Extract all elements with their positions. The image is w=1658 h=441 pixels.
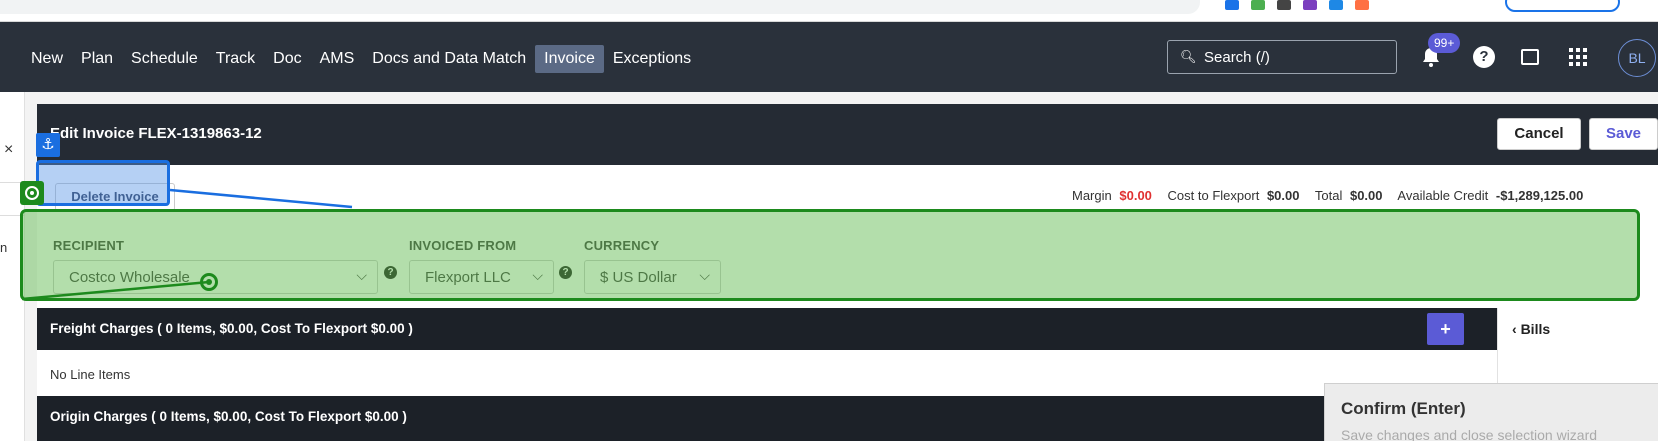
save-button[interactable]: Save bbox=[1589, 118, 1658, 150]
selection-overlay-green bbox=[20, 209, 1640, 301]
extension-icon[interactable] bbox=[1277, 0, 1291, 10]
nav-item-invoice[interactable]: Invoice bbox=[535, 45, 604, 73]
page-title: Edit Invoice FLEX-1319863-12 bbox=[50, 125, 262, 142]
nav-item-ams[interactable]: AMS bbox=[311, 45, 364, 73]
invoice-totals: Margin $0.00 Cost to Flexport $0.00 Tota… bbox=[1072, 188, 1583, 203]
extension-icon[interactable] bbox=[1225, 0, 1239, 10]
confirm-subtitle: Save changes and close selection wizard bbox=[1341, 427, 1598, 441]
origin-charges-label: Origin Charges ( 0 Items, $0.00, Cost To… bbox=[50, 409, 407, 424]
bills-label: Bills bbox=[1520, 321, 1551, 337]
nav-menu: New Plan Schedule Track Doc AMS Docs and… bbox=[22, 45, 700, 73]
search-placeholder: Search (/) bbox=[1204, 49, 1270, 66]
extension-icon[interactable] bbox=[1303, 0, 1317, 10]
inbox-icon[interactable] bbox=[1521, 49, 1539, 65]
cost-value: $0.00 bbox=[1266, 188, 1300, 203]
origin-charges-header[interactable]: Origin Charges ( 0 Items, $0.00, Cost To… bbox=[37, 396, 1497, 441]
add-freight-charge-button[interactable]: + bbox=[1427, 313, 1464, 345]
empty-state-text: No Line Items bbox=[50, 367, 131, 382]
nav-item-doc[interactable]: Doc bbox=[264, 45, 310, 73]
target-icon[interactable] bbox=[20, 181, 44, 205]
extension-icons bbox=[1225, 0, 1369, 14]
help-icon[interactable]: ? bbox=[1473, 46, 1495, 68]
search-input[interactable]: 🔍︎ Search (/) bbox=[1167, 40, 1397, 74]
extension-icon[interactable] bbox=[1251, 0, 1265, 10]
address-bar[interactable] bbox=[0, 0, 1200, 14]
sidebar-partial-text: n bbox=[0, 240, 8, 255]
nav-item-exceptions[interactable]: Exceptions bbox=[604, 45, 700, 73]
extension-icon[interactable] bbox=[1355, 0, 1369, 10]
nav-item-schedule[interactable]: Schedule bbox=[122, 45, 207, 73]
freight-charges-header[interactable]: Freight Charges ( 0 Items, $0.00, Cost T… bbox=[37, 308, 1497, 350]
nav-item-new[interactable]: New bbox=[22, 45, 72, 73]
modal-header: Edit Invoice FLEX-1319863-12 Cancel Save bbox=[37, 104, 1658, 165]
extension-icon[interactable] bbox=[1329, 0, 1343, 10]
chevron-left-icon: ‹ bbox=[1512, 321, 1517, 337]
cancel-button[interactable]: Cancel bbox=[1497, 118, 1581, 150]
nav-item-docs-and-data-match[interactable]: Docs and Data Match bbox=[363, 45, 535, 73]
target-pin-icon[interactable] bbox=[200, 273, 218, 291]
browser-toolbar bbox=[0, 0, 1658, 22]
notification-badge: 99+ bbox=[1428, 33, 1461, 53]
nav-item-plan[interactable]: Plan bbox=[72, 45, 122, 73]
cost-label: Cost to Flexport bbox=[1167, 188, 1260, 203]
confirm-tooltip: Confirm (Enter) Save changes and close s… bbox=[1324, 383, 1658, 441]
selection-overlay-blue bbox=[36, 160, 170, 206]
credit-label: Available Credit bbox=[1397, 188, 1489, 203]
total-label: Total bbox=[1314, 188, 1343, 203]
credit-value: -$1,289,125.00 bbox=[1495, 188, 1584, 203]
avatar[interactable]: BL bbox=[1618, 39, 1656, 77]
total-value: $0.00 bbox=[1349, 188, 1383, 203]
margin-label: Margin bbox=[1072, 188, 1112, 203]
confirm-title: Confirm (Enter) bbox=[1341, 399, 1466, 418]
apps-grid-icon[interactable] bbox=[1569, 48, 1587, 66]
close-icon[interactable]: × bbox=[4, 141, 13, 159]
bills-toggle[interactable]: ‹ Bills bbox=[1512, 321, 1550, 337]
browser-profile-button[interactable] bbox=[1505, 0, 1620, 12]
top-navigation: New Plan Schedule Track Doc AMS Docs and… bbox=[0, 22, 1658, 92]
freight-charges-label: Freight Charges ( 0 Items, $0.00, Cost T… bbox=[50, 321, 413, 336]
anchor-icon[interactable]: ⚓ bbox=[36, 133, 60, 157]
margin-value: $0.00 bbox=[1119, 188, 1152, 203]
search-icon: 🔍︎ bbox=[1180, 49, 1197, 64]
nav-item-track[interactable]: Track bbox=[207, 45, 264, 73]
